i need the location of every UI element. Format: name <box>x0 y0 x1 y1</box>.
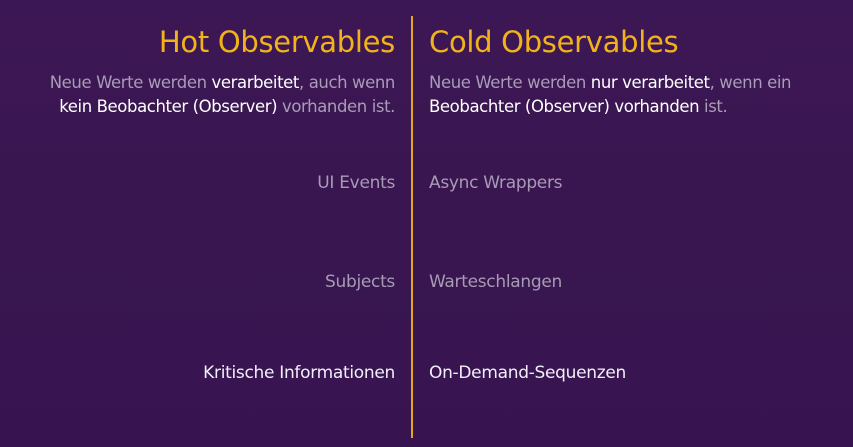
slide: Hot Observables Neue Werte werden verarb… <box>0 0 853 447</box>
cold-observables-title: Cold Observables <box>429 25 679 59</box>
cold-desc-highlight: Beobachter (Observer) vorhanden <box>429 97 700 116</box>
hot-desc-highlight: verarbeitet <box>211 73 300 92</box>
hot-desc-text: vorhanden ist. <box>277 97 395 116</box>
cold-desc-text: Neue Werte werden <box>429 73 591 92</box>
cold-example-on-demand: On-Demand-Sequenzen <box>429 363 627 383</box>
hot-desc-text: Neue Werte werden <box>49 73 212 92</box>
hot-observables-title: Hot Observables <box>158 25 395 59</box>
cold-desc-text: , wenn ein <box>709 73 792 92</box>
cold-observables-description: Neue Werte werden nur verarbeitet, wenn … <box>429 71 792 119</box>
cold-desc-highlight: nur verarbeitet <box>590 73 710 92</box>
hot-desc-text: , auch wenn <box>299 73 395 92</box>
hot-observables-description: Neue Werte werden verarbeitet, auch wenn… <box>49 71 396 119</box>
cold-desc-text: ist. <box>699 97 728 116</box>
column-divider <box>411 16 413 438</box>
cold-example-queues: Warteschlangen <box>429 272 562 292</box>
cold-example-async-wrappers: Async Wrappers <box>429 173 563 193</box>
hot-example-critical-info: Kritische Informationen <box>203 363 395 383</box>
hot-desc-highlight: kein Beobachter (Observer) <box>59 97 278 116</box>
hot-example-subjects: Subjects <box>324 272 395 292</box>
hot-example-ui-events: UI Events <box>317 173 395 193</box>
